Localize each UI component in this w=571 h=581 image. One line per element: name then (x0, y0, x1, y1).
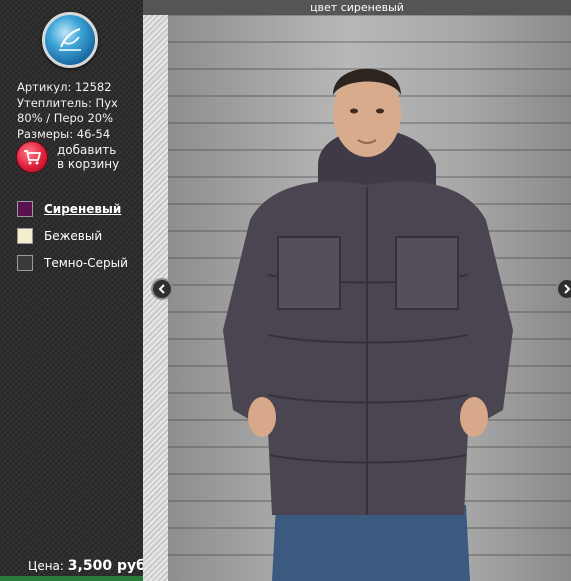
color-swatch-lilac[interactable] (17, 200, 33, 217)
product-gallery: цвет сиреневый (143, 0, 571, 581)
color-label-lilac[interactable]: Сиреневый (44, 202, 121, 216)
gallery-next-button[interactable] (556, 278, 571, 300)
sku-line: Артикул: 12582 (17, 80, 112, 94)
add-to-cart-label-line-2[interactable]: в корзину (57, 157, 119, 171)
color-swatch-dark-gray[interactable] (17, 254, 33, 271)
color-option-beige[interactable]: Бежевый (17, 227, 128, 244)
price-accent-bar (0, 576, 143, 581)
price: Цена: 3,500 руб. (28, 558, 151, 574)
chevron-left-icon[interactable] (157, 284, 167, 294)
color-label-dark-gray[interactable]: Темно-Серый (44, 256, 128, 270)
brand-logo[interactable] (42, 12, 98, 68)
product-photo (168, 15, 571, 581)
gallery-caption: цвет сиреневый (143, 0, 571, 15)
logo-emblem-icon (59, 28, 81, 51)
sizes-line: Размеры: 46-54 (17, 126, 111, 141)
add-to-cart-label-line-1[interactable]: добавить (57, 143, 119, 157)
sidebar: Артикул: 12582 Утеплитель: Пух 80% / Пер… (0, 0, 151, 581)
product-info: Артикул: 12582 Утеплитель: Пух 80% / Пер… (17, 80, 118, 142)
add-to-cart-label[interactable]: добавить в корзину (57, 143, 119, 171)
color-swatch-beige[interactable] (17, 227, 33, 244)
add-to-cart-button[interactable]: добавить в корзину (16, 141, 119, 173)
color-label-beige[interactable]: Бежевый (44, 229, 102, 243)
price-amount: 3,500 руб. (67, 558, 152, 574)
shopping-cart-icon[interactable] (16, 141, 48, 173)
insulation-line-2: 80% / Перо 20% (17, 111, 114, 125)
color-option-lilac[interactable]: Сиреневый (17, 200, 128, 217)
price-label: Цена: (28, 559, 64, 573)
insulation-line-1: Утеплитель: Пух (17, 95, 118, 110)
color-option-dark-gray[interactable]: Темно-Серый (17, 254, 128, 271)
model-in-jacket-image (223, 68, 513, 581)
color-options: Сиреневый Бежевый Темно-Серый (17, 200, 128, 281)
gallery-prev-button[interactable] (151, 278, 173, 300)
chevron-right-icon[interactable] (562, 284, 571, 294)
